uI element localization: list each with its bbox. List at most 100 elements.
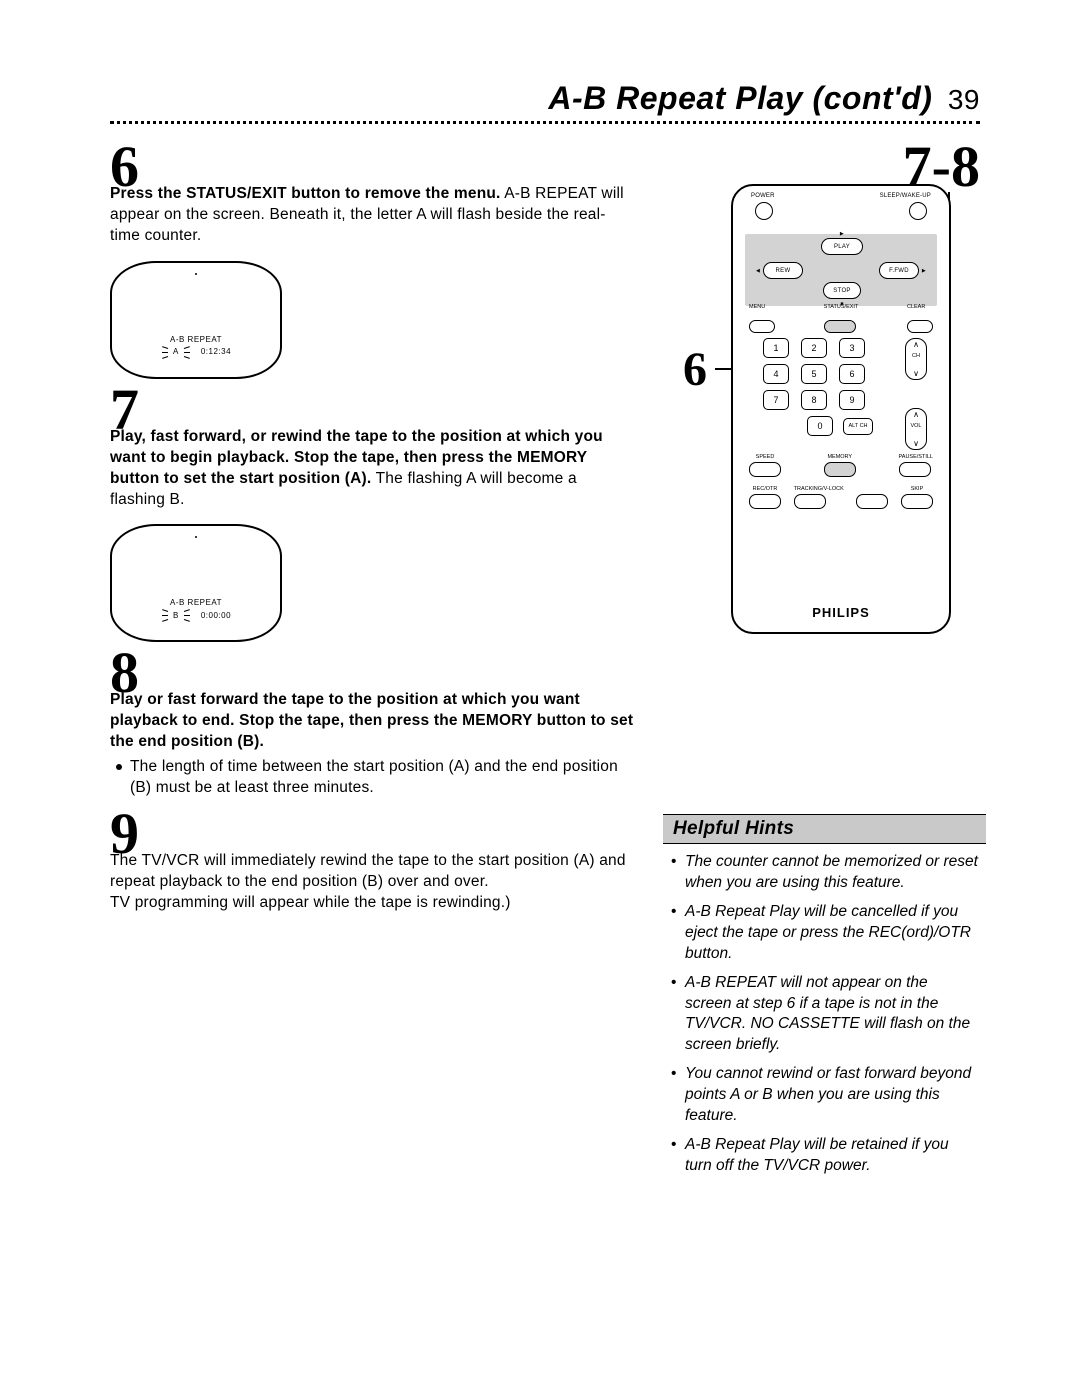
tracking-plus-button[interactable]	[856, 494, 888, 509]
label-pause: PAUSE/STILL	[899, 454, 933, 460]
numkey-4[interactable]: 4	[763, 364, 789, 384]
recotr-button[interactable]	[749, 494, 781, 509]
step-number: 9	[110, 805, 139, 863]
callout-6: 6	[683, 346, 707, 394]
memory-button[interactable]	[824, 462, 856, 477]
step-7: 7 Play, fast forward, or rewind the tape…	[110, 385, 635, 511]
instruction-column: 6 Press the STATUS/EXIT button to remove…	[110, 142, 635, 924]
hint-item: A-B REPEAT will not appear on the screen…	[671, 973, 978, 1057]
flash-rays-icon	[184, 610, 196, 620]
osd-line2: B 0:00:00	[156, 610, 231, 620]
speed-button[interactable]	[749, 462, 781, 477]
remote-body: POWER SLEEP/WAKE-UP PLAY REW F.FWD STOP	[731, 184, 951, 634]
osd-label: A-B REPEAT	[170, 598, 222, 607]
step-6: 6 Press the STATUS/EXIT button to remove…	[110, 142, 635, 247]
zero-altch-row: 0 ALT CH	[763, 416, 873, 436]
bullet-text: The length of time between the start pos…	[130, 757, 635, 799]
numkey-7[interactable]: 7	[763, 390, 789, 410]
channel-rocker[interactable]: CH	[905, 338, 927, 380]
helpful-hints-list: The counter cannot be memorized or reset…	[663, 844, 986, 1177]
tv-screen-illustration-b: A-B REPEAT B 0:00:00	[110, 524, 282, 642]
step-number: 8	[110, 644, 139, 702]
step-text: Play, fast forward, or rewind the tape t…	[110, 385, 635, 511]
step-number: 6	[110, 138, 139, 196]
flash-rays-icon	[156, 610, 168, 620]
step-line2: TV programming will appear while the tap…	[110, 894, 511, 911]
label-speed: SPEED	[749, 454, 781, 460]
numkey-1[interactable]: 1	[763, 338, 789, 358]
ffwd-button[interactable]: F.FWD	[879, 262, 919, 279]
speed-memory-pause-row: SPEED MEMORY PAUSE/STILL	[749, 454, 933, 477]
flash-rays-icon	[184, 347, 196, 357]
label-skip: SKIP	[901, 486, 933, 492]
numkey-9[interactable]: 9	[839, 390, 865, 410]
stop-button[interactable]: STOP	[823, 282, 861, 299]
pause-button[interactable]	[899, 462, 931, 477]
bottom-button-row: REC/OTR TRACKING/V-LOCK . SKIP	[749, 486, 933, 509]
hint-item: A-B Repeat Play will be retained if you …	[671, 1135, 978, 1177]
label-status-exit: STATUS/EXIT	[824, 304, 859, 310]
numkey-2[interactable]: 2	[801, 338, 827, 358]
tv-dot	[195, 273, 197, 275]
step-8: 8 Play or fast forward the tape to the p…	[110, 648, 635, 799]
osd-line2: A 0:12:34	[156, 347, 231, 357]
transport-cluster: PLAY REW F.FWD STOP	[745, 234, 937, 306]
bullet-dot-icon	[116, 764, 122, 770]
menu-button[interactable]	[749, 320, 775, 333]
numkey-3[interactable]: 3	[839, 338, 865, 358]
osd-letter: A	[173, 347, 179, 356]
skip-button[interactable]	[901, 494, 933, 509]
step-bold: Play or fast forward the tape to the pos…	[110, 691, 633, 750]
divider	[110, 121, 980, 124]
altch-button[interactable]: ALT CH	[843, 418, 873, 435]
step-line1: The TV/VCR will immediately rewind the t…	[110, 852, 626, 890]
remote-brand: PHILIPS	[733, 605, 949, 620]
menu-status-clear-row: MENU STATUS/EXIT CLEAR	[749, 314, 933, 333]
step-number: 7	[110, 381, 139, 439]
osd-counter: 0:00:00	[201, 611, 231, 620]
section-title: A-B Repeat Play (cont'd)	[548, 80, 932, 116]
diagram-column: 7-8 6 POWER SLEEP/WAKE-UP	[657, 142, 980, 924]
tv-screen-illustration-a: A-B REPEAT A 0:12:34	[110, 261, 282, 379]
label-menu: MENU	[749, 304, 775, 310]
flash-rays-icon	[156, 347, 168, 357]
remote-top-labels: POWER SLEEP/WAKE-UP	[751, 193, 931, 199]
numkey-8[interactable]: 8	[801, 390, 827, 410]
osd-label: A-B REPEAT	[170, 335, 222, 344]
power-button[interactable]	[755, 202, 773, 220]
numkey-6[interactable]: 6	[839, 364, 865, 384]
tv-dot	[195, 536, 197, 538]
hint-item: A-B Repeat Play will be cancelled if you…	[671, 902, 978, 965]
label-recotr: REC/OTR	[749, 486, 781, 492]
remote-top-buttons	[755, 202, 927, 220]
number-pad: 1 2 3 4 5 6 7 8 9	[763, 338, 867, 410]
tracking-minus-button[interactable]	[794, 494, 826, 509]
label-clear: CLEAR	[907, 304, 933, 310]
step-text: Play or fast forward the tape to the pos…	[110, 648, 635, 799]
osd-counter: 0:12:34	[201, 347, 231, 356]
sleep-button[interactable]	[909, 202, 927, 220]
status-exit-button[interactable]	[824, 320, 856, 333]
hint-item: The counter cannot be memorized or reset…	[671, 852, 978, 894]
two-column-layout: 6 Press the STATUS/EXIT button to remove…	[110, 142, 980, 924]
clear-button[interactable]	[907, 320, 933, 333]
bullet-item: The length of time between the start pos…	[110, 753, 635, 799]
step-text: The TV/VCR will immediately rewind the t…	[110, 809, 635, 914]
helpful-hints-box: Helpful Hints The counter cannot be memo…	[663, 814, 986, 1185]
label-memory: MEMORY	[824, 454, 856, 460]
helpful-hints-title: Helpful Hints	[663, 814, 986, 844]
step-text: Press the STATUS/EXIT button to remove t…	[110, 142, 635, 247]
hint-item: You cannot rewind or fast forward beyond…	[671, 1064, 978, 1127]
manual-page: A-B Repeat Play (cont'd) 39 6 Press the …	[0, 0, 1080, 1397]
play-button[interactable]: PLAY	[821, 238, 863, 255]
volume-rocker[interactable]: VOL	[905, 408, 927, 450]
numkey-0[interactable]: 0	[807, 416, 833, 436]
label-sleep: SLEEP/WAKE-UP	[880, 193, 931, 199]
label-power: POWER	[751, 193, 775, 199]
page-title: A-B Repeat Play (cont'd) 39	[110, 80, 980, 117]
osd-letter: B	[173, 611, 179, 620]
channel-volume-rockers: CH VOL	[905, 338, 927, 450]
rewind-button[interactable]: REW	[763, 262, 803, 279]
numkey-5[interactable]: 5	[801, 364, 827, 384]
label-tracking: TRACKING/V-LOCK	[794, 486, 844, 492]
